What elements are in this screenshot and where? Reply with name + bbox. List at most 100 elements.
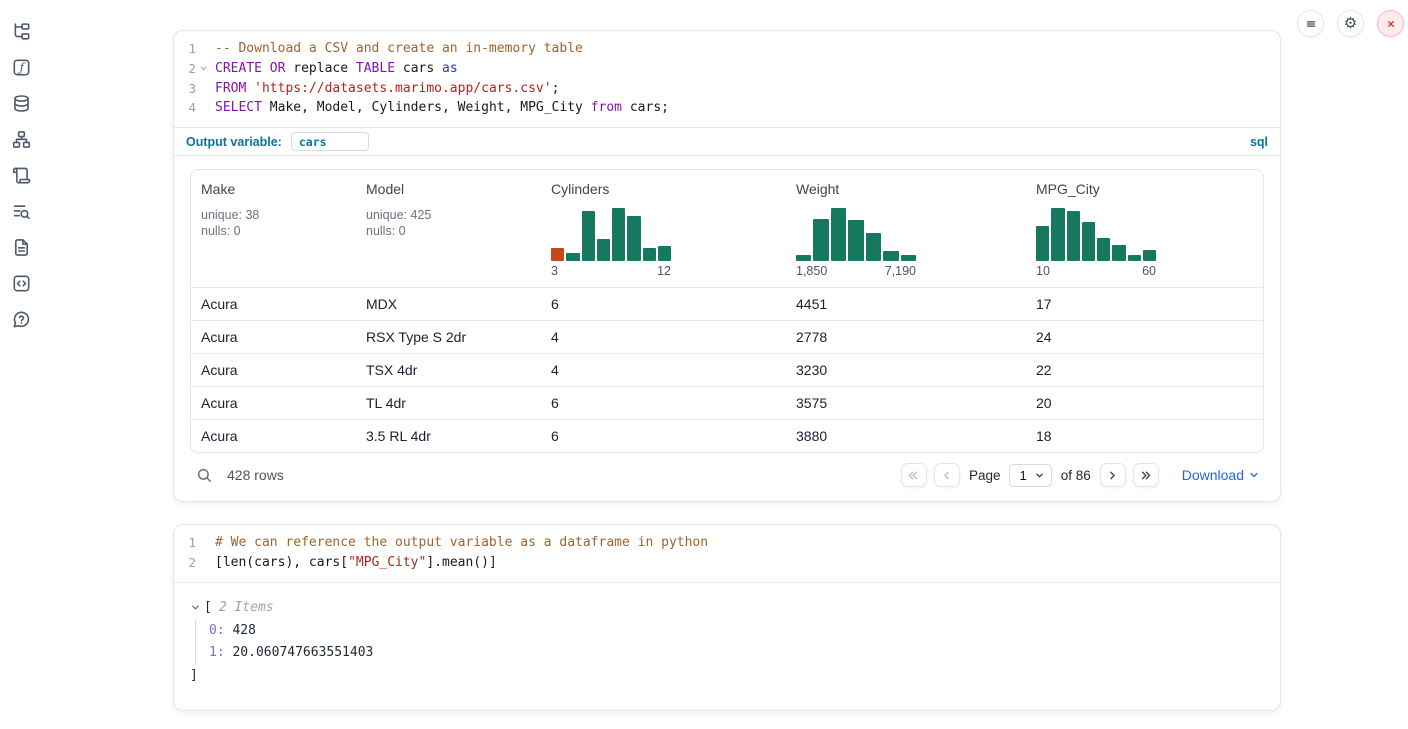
- logs-search-icon: [12, 202, 31, 221]
- table-cell: 4451: [786, 288, 1026, 320]
- column-label: Make: [201, 181, 346, 197]
- table-cell: 17: [1026, 288, 1263, 320]
- menu-icon: [1304, 17, 1318, 31]
- search-button[interactable]: [196, 466, 214, 484]
- help-chat-icon: [12, 310, 31, 329]
- tree-collapse-icon[interactable]: [190, 602, 201, 613]
- column-header-model[interactable]: Modelunique: 425nulls: 0: [356, 170, 541, 287]
- column-header-weight[interactable]: Weight1,8507,190: [786, 170, 1026, 287]
- column-header-make[interactable]: Make unique: 38nulls: 0: [191, 170, 356, 287]
- histogram-bar: [1143, 250, 1156, 261]
- table-cell: 6: [541, 420, 786, 452]
- table-cell: RSX Type S 2dr: [356, 321, 541, 353]
- sql-code-editor[interactable]: 1-- Download a CSV and create an in-memo…: [174, 31, 1280, 127]
- download-button[interactable]: Download: [1182, 467, 1260, 483]
- column-histogram: [1036, 208, 1156, 261]
- sidebar-dependency-graph-button[interactable]: [12, 130, 32, 149]
- fold-spacer: [196, 79, 210, 99]
- table-cell: MDX: [356, 288, 541, 320]
- tree-root-row: [2 Items: [190, 600, 1264, 615]
- sidebar-documentation-button[interactable]: [12, 238, 32, 257]
- data-table: Make unique: 38nulls: 0 Modelunique: 425nu…: [190, 169, 1264, 453]
- histogram-axis: 1060: [1036, 264, 1156, 278]
- histogram-bar: [883, 251, 898, 262]
- tree-items-count: 2 Items: [219, 600, 274, 615]
- shutdown-button[interactable]: [1377, 10, 1404, 37]
- page-select[interactable]: 1: [1009, 464, 1051, 487]
- output-variable-row: Output variable: cars sql: [174, 127, 1280, 155]
- tree-close-bracket: ]: [190, 668, 1264, 683]
- documentation-icon: [12, 238, 31, 257]
- notebook: 1-- Download a CSV and create an in-memo…: [173, 30, 1281, 711]
- sidebar-function-square-button[interactable]: ƒ: [12, 58, 32, 77]
- histogram-bar: [901, 255, 916, 261]
- table-cell: 3575: [786, 387, 1026, 419]
- column-header-cylinders[interactable]: Cylinders 312: [541, 170, 786, 287]
- line-number: 2: [174, 553, 196, 573]
- histogram-bar: [1128, 255, 1141, 261]
- tree-entry: 1: 20.060747663551403: [209, 642, 1264, 665]
- chevron-left-icon: [940, 469, 953, 482]
- row-count: 428 rows: [227, 467, 284, 483]
- table-cell: Acura: [191, 387, 356, 419]
- table-cell: 3.5 RL 4dr: [356, 420, 541, 452]
- settings-button[interactable]: ⚙: [1337, 10, 1364, 37]
- fold-spacer: [196, 98, 210, 118]
- fold-spacer: [196, 553, 210, 573]
- fold-spacer: [196, 533, 210, 553]
- output-variable-label: Output variable:: [186, 135, 282, 149]
- line-number: 1: [174, 533, 196, 553]
- histogram-bar: [1067, 211, 1080, 261]
- column-histogram: [551, 208, 671, 261]
- gear-icon: ⚙: [1344, 16, 1357, 31]
- column-stats: unique: 425nulls: 0: [366, 207, 531, 239]
- table-cell: Acura: [191, 420, 356, 452]
- sidebar-snippets-code-button[interactable]: [12, 274, 32, 293]
- first-page-button[interactable]: [901, 463, 927, 487]
- sidebar-scratchpad-scroll-button[interactable]: [12, 166, 32, 185]
- svg-text:ƒ: ƒ: [17, 61, 27, 75]
- sidebar-file-tree-button[interactable]: [12, 22, 32, 41]
- language-badge: sql: [1250, 135, 1268, 149]
- histogram-bar: [627, 216, 640, 262]
- fold-toggle-icon[interactable]: [196, 59, 210, 79]
- tree-entry-key: 1:: [209, 645, 225, 660]
- line-number: 1: [174, 39, 196, 59]
- file-tree-icon: [12, 22, 31, 41]
- sidebar-help-chat-button[interactable]: [12, 310, 32, 329]
- menu-button[interactable]: [1297, 10, 1324, 37]
- column-label: Weight: [796, 181, 1016, 197]
- tree-entry-value: 428: [225, 623, 256, 638]
- table-cell: 4: [541, 354, 786, 386]
- sidebar-database-button[interactable]: [12, 94, 32, 113]
- last-page-button[interactable]: [1133, 463, 1159, 487]
- table-row: AcuraTL 4dr6357520: [191, 386, 1263, 419]
- search-icon: [196, 467, 213, 484]
- axis-max-label: 7,190: [885, 264, 916, 278]
- table-cell: 20: [1026, 387, 1263, 419]
- sidebar-logs-search-button[interactable]: [12, 202, 32, 221]
- table-cell: TL 4dr: [356, 387, 541, 419]
- table-cell: 2778: [786, 321, 1026, 353]
- histogram-bar: [796, 255, 811, 261]
- output-variable-input[interactable]: cars: [291, 132, 369, 151]
- chevron-down-icon: [1248, 469, 1260, 481]
- chevrons-left-icon: [907, 469, 920, 482]
- code-text: CREATE OR replace TABLE cars as: [210, 59, 458, 79]
- column-histogram: [796, 208, 916, 261]
- column-label: Cylinders: [551, 181, 776, 197]
- histogram-bar: [566, 253, 579, 261]
- column-stats: unique: 38nulls: 0: [201, 207, 346, 239]
- histogram-bar: [1051, 208, 1064, 261]
- histogram-bar: [582, 211, 595, 261]
- prev-page-button[interactable]: [934, 463, 960, 487]
- histogram-bar: [831, 208, 846, 261]
- table-row: AcuraMDX6445117: [191, 287, 1263, 320]
- histogram-axis: 312: [551, 264, 671, 278]
- column-header-mpg_city[interactable]: MPG_City1060: [1026, 170, 1263, 287]
- dependency-graph-icon: [12, 130, 31, 149]
- scratchpad-scroll-icon: [12, 166, 31, 185]
- next-page-button[interactable]: [1100, 463, 1126, 487]
- histogram-bar: [1036, 226, 1049, 261]
- python-code-editor[interactable]: 1# We can reference the output variable …: [174, 525, 1280, 582]
